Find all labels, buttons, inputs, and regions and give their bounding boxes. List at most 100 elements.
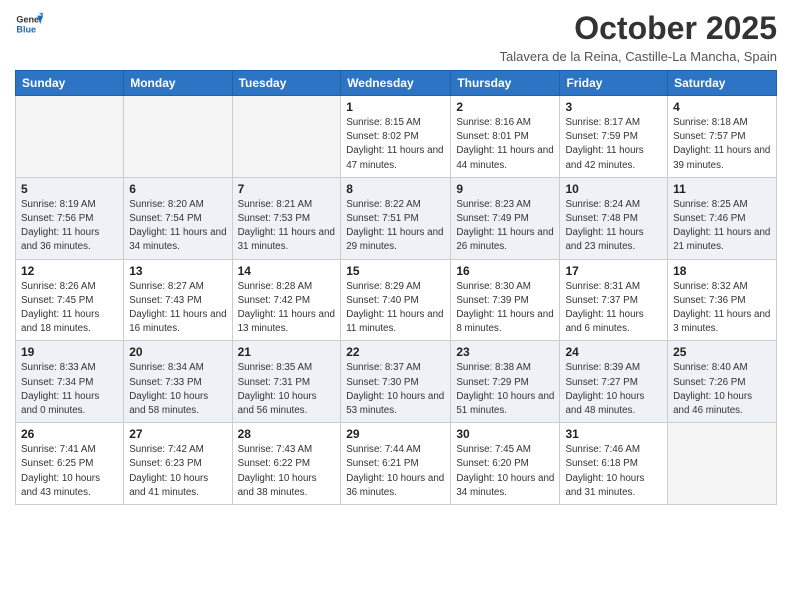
day-info: Sunrise: 8:24 AM Sunset: 7:48 PM Dayligh… (565, 198, 662, 255)
day-number: 14 (238, 264, 336, 278)
table-row: 4Sunrise: 8:18 AM Sunset: 7:57 PM Daylig… (668, 96, 777, 178)
table-row: 15Sunrise: 8:29 AM Sunset: 7:40 PM Dayli… (341, 259, 451, 341)
calendar-week-row: 5 Sunrise: 8:19 AM Sunset: 7:56 PM Daylig… (16, 177, 777, 259)
table-row: 21Sunrise: 8:35 AM Sunset: 7:31 PM Dayli… (232, 341, 341, 423)
table-row: 1 Sunrise: 8:15 AM Sunset: 8:02 PM Daylig… (341, 96, 451, 178)
table-row: 31 Sunrise: 7:46 AM Sunset: 6:18 PM Dayli… (560, 423, 668, 505)
day-info: Sunrise: 8:38 AM Sunset: 7:29 PM Dayligh… (456, 361, 554, 418)
day-info: Sunrise: 8:25 AM Sunset: 7:46 PM Dayligh… (673, 198, 771, 255)
day-number: 26 (21, 427, 118, 441)
calendar-header-row: Sunday Monday Tuesday Wednesday Thursday… (16, 71, 777, 96)
day-number: 31 (565, 427, 662, 441)
day-number: 16 (456, 264, 554, 278)
day-number: 10 (565, 182, 662, 196)
day-info: Sunrise: 8:26 AM Sunset: 7:45 PM Dayligh… (21, 280, 118, 337)
table-row: 29Sunrise: 7:44 AM Sunset: 6:21 PM Dayli… (341, 423, 451, 505)
table-row (124, 96, 232, 178)
day-number: 3 (565, 100, 662, 114)
table-row: 20 Sunrise: 8:34 AM Sunset: 7:33 PM Dayli… (124, 341, 232, 423)
col-saturday: Saturday (668, 71, 777, 96)
table-row: 24 Sunrise: 8:39 AM Sunset: 7:27 PM Dayli… (560, 341, 668, 423)
table-row (668, 423, 777, 505)
day-number: 22 (346, 345, 445, 359)
day-info: Sunrise: 8:29 AM Sunset: 7:40 PM Dayligh… (346, 280, 445, 337)
day-info: Sunrise: 8:23 AM Sunset: 7:49 PM Dayligh… (456, 198, 554, 255)
month-title: October 2025 (500, 10, 778, 47)
header: General Blue October 2025 Talavera de la… (15, 10, 777, 64)
svg-text:Blue: Blue (16, 24, 36, 34)
page: General Blue October 2025 Talavera de la… (0, 0, 792, 612)
day-number: 25 (673, 345, 771, 359)
day-info: Sunrise: 8:40 AM Sunset: 7:26 PM Dayligh… (673, 361, 771, 418)
calendar-week-row: 26 Sunrise: 7:41 AM Sunset: 6:25 PM Dayli… (16, 423, 777, 505)
day-info: Sunrise: 8:27 AM Sunset: 7:43 PM Dayligh… (129, 280, 226, 337)
table-row: 23Sunrise: 8:38 AM Sunset: 7:29 PM Dayli… (451, 341, 560, 423)
table-row: 22Sunrise: 8:37 AM Sunset: 7:30 PM Dayli… (341, 341, 451, 423)
day-info: Sunrise: 8:28 AM Sunset: 7:42 PM Dayligh… (238, 280, 336, 337)
table-row: 17 Sunrise: 8:31 AM Sunset: 7:37 PM Dayli… (560, 259, 668, 341)
day-info: Sunrise: 8:21 AM Sunset: 7:53 PM Dayligh… (238, 198, 336, 255)
title-area: October 2025 Talavera de la Reina, Casti… (500, 10, 778, 64)
day-number: 24 (565, 345, 662, 359)
col-tuesday: Tuesday (232, 71, 341, 96)
table-row: 14 Sunrise: 8:28 AM Sunset: 7:42 PM Dayli… (232, 259, 341, 341)
table-row (232, 96, 341, 178)
table-row: 2 Sunrise: 8:16 AM Sunset: 8:01 PM Daylig… (451, 96, 560, 178)
day-number: 1 (346, 100, 445, 114)
day-info: Sunrise: 7:41 AM Sunset: 6:25 PM Dayligh… (21, 443, 118, 500)
day-number: 28 (238, 427, 336, 441)
table-row: 19Sunrise: 8:33 AM Sunset: 7:34 PM Dayli… (16, 341, 124, 423)
day-number: 4 (673, 100, 771, 114)
day-info: Sunrise: 7:45 AM Sunset: 6:20 PM Dayligh… (456, 443, 554, 500)
day-number: 18 (673, 264, 771, 278)
day-info: Sunrise: 7:42 AM Sunset: 6:23 PM Dayligh… (129, 443, 226, 500)
table-row: 26 Sunrise: 7:41 AM Sunset: 6:25 PM Dayli… (16, 423, 124, 505)
day-info: Sunrise: 8:31 AM Sunset: 7:37 PM Dayligh… (565, 280, 662, 337)
table-row: 27 Sunrise: 7:42 AM Sunset: 6:23 PM Dayli… (124, 423, 232, 505)
col-friday: Friday (560, 71, 668, 96)
col-sunday: Sunday (16, 71, 124, 96)
col-wednesday: Wednesday (341, 71, 451, 96)
subtitle: Talavera de la Reina, Castille-La Mancha… (500, 49, 778, 64)
table-row: 3Sunrise: 8:17 AM Sunset: 7:59 PM Daylig… (560, 96, 668, 178)
day-info: Sunrise: 7:44 AM Sunset: 6:21 PM Dayligh… (346, 443, 445, 500)
calendar-table: Sunday Monday Tuesday Wednesday Thursday… (15, 70, 777, 505)
table-row: 8Sunrise: 8:22 AM Sunset: 7:51 PM Daylig… (341, 177, 451, 259)
table-row: 28Sunrise: 7:43 AM Sunset: 6:22 PM Dayli… (232, 423, 341, 505)
day-info: Sunrise: 8:39 AM Sunset: 7:27 PM Dayligh… (565, 361, 662, 418)
table-row: 12 Sunrise: 8:26 AM Sunset: 7:45 PM Dayli… (16, 259, 124, 341)
day-info: Sunrise: 7:46 AM Sunset: 6:18 PM Dayligh… (565, 443, 662, 500)
day-info: Sunrise: 8:20 AM Sunset: 7:54 PM Dayligh… (129, 198, 226, 255)
day-info: Sunrise: 8:22 AM Sunset: 7:51 PM Dayligh… (346, 198, 445, 255)
day-number: 27 (129, 427, 226, 441)
table-row: 30 Sunrise: 7:45 AM Sunset: 6:20 PM Dayli… (451, 423, 560, 505)
table-row: 18 Sunrise: 8:32 AM Sunset: 7:36 PM Dayli… (668, 259, 777, 341)
table-row: 5 Sunrise: 8:19 AM Sunset: 7:56 PM Daylig… (16, 177, 124, 259)
day-info: Sunrise: 8:32 AM Sunset: 7:36 PM Dayligh… (673, 280, 771, 337)
table-row: 13 Sunrise: 8:27 AM Sunset: 7:43 PM Dayli… (124, 259, 232, 341)
day-info: Sunrise: 8:19 AM Sunset: 7:56 PM Dayligh… (21, 198, 118, 255)
day-number: 30 (456, 427, 554, 441)
day-number: 9 (456, 182, 554, 196)
calendar-week-row: 1 Sunrise: 8:15 AM Sunset: 8:02 PM Daylig… (16, 96, 777, 178)
day-number: 5 (21, 182, 118, 196)
day-number: 17 (565, 264, 662, 278)
table-row: 7 Sunrise: 8:21 AM Sunset: 7:53 PM Daylig… (232, 177, 341, 259)
day-info: Sunrise: 8:16 AM Sunset: 8:01 PM Dayligh… (456, 116, 554, 173)
day-number: 12 (21, 264, 118, 278)
day-info: Sunrise: 8:34 AM Sunset: 7:33 PM Dayligh… (129, 361, 226, 418)
logo: General Blue (15, 10, 43, 38)
day-number: 19 (21, 345, 118, 359)
day-info: Sunrise: 8:30 AM Sunset: 7:39 PM Dayligh… (456, 280, 554, 337)
logo-icon: General Blue (15, 10, 43, 38)
table-row: 16 Sunrise: 8:30 AM Sunset: 7:39 PM Dayli… (451, 259, 560, 341)
day-number: 20 (129, 345, 226, 359)
table-row: 10 Sunrise: 8:24 AM Sunset: 7:48 PM Dayli… (560, 177, 668, 259)
day-info: Sunrise: 8:15 AM Sunset: 8:02 PM Dayligh… (346, 116, 445, 173)
table-row: 11 Sunrise: 8:25 AM Sunset: 7:46 PM Dayli… (668, 177, 777, 259)
day-number: 11 (673, 182, 771, 196)
calendar-week-row: 19Sunrise: 8:33 AM Sunset: 7:34 PM Dayli… (16, 341, 777, 423)
day-number: 7 (238, 182, 336, 196)
day-number: 2 (456, 100, 554, 114)
day-number: 13 (129, 264, 226, 278)
